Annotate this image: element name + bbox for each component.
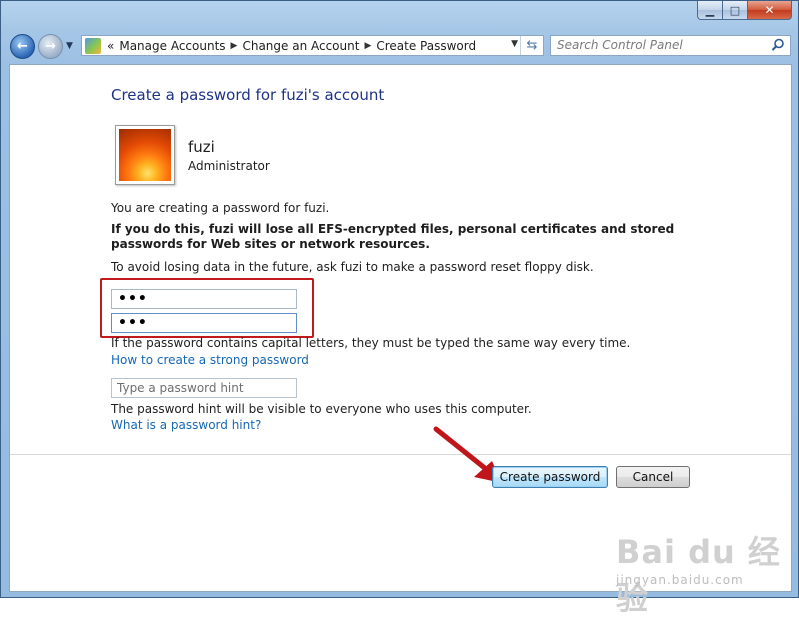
breadcrumb-item-manage-accounts[interactable]: Manage Accounts <box>114 39 230 53</box>
caption-buttons: ▁ □ ✕ <box>697 1 792 21</box>
close-icon: ✕ <box>764 3 775 17</box>
page-title: Create a password for fuzi's account <box>111 86 385 104</box>
warning-text: If you do this, fuzi will lose all EFS-e… <box>111 222 675 251</box>
search-icon[interactable] <box>771 38 785 52</box>
content-pane: Create a password for fuzi's account fuz… <box>9 64 792 617</box>
breadcrumb-overflow-icon[interactable]: « <box>107 39 114 53</box>
watermark-url: jingyan.baidu.com <box>616 573 744 587</box>
watermark: Bai du 经验 jingyan.baidu.com <box>616 515 786 617</box>
minimize-button[interactable]: ▁ <box>697 1 723 20</box>
minimize-icon: ▁ <box>705 3 715 17</box>
breadcrumb: « Manage Accounts ▶ Change an Account ▶ … <box>107 39 481 53</box>
recent-pages-dropdown-icon[interactable]: ▼ <box>66 41 73 51</box>
intro-text: You are creating a password for fuzi. <box>111 201 330 215</box>
user-name: fuzi <box>188 138 215 156</box>
flower-avatar-image <box>119 129 171 181</box>
breadcrumb-item-change-account[interactable]: Change an Account <box>237 39 364 53</box>
search-input[interactable] <box>557 36 767 54</box>
forward-button[interactable]: → <box>38 33 63 59</box>
strong-password-link[interactable]: How to create a strong password <box>111 353 309 367</box>
control-panel-icon <box>85 37 101 54</box>
new-password-field[interactable] <box>111 289 297 309</box>
user-role: Administrator <box>188 159 270 173</box>
maximize-button[interactable]: □ <box>723 1 748 20</box>
advice-text: To avoid losing data in the future, ask … <box>111 260 594 274</box>
search-box[interactable] <box>550 35 791 56</box>
close-button[interactable]: ✕ <box>748 1 792 20</box>
avatar <box>115 125 175 185</box>
refresh-icon: ⇆ <box>526 38 538 53</box>
cancel-button[interactable]: Cancel <box>616 466 690 488</box>
address-dropdown-icon[interactable]: ▼ <box>511 39 518 49</box>
password-hint-field[interactable] <box>111 378 297 398</box>
maximize-icon: □ <box>729 3 741 17</box>
create-password-button[interactable]: Create password <box>492 466 608 488</box>
divider <box>10 454 791 455</box>
window-frame: ▁ □ ✕ ← → ▼ « Manage Accounts ▶ Change a… <box>0 0 799 617</box>
refresh-button[interactable]: ⇆ <box>520 36 543 55</box>
back-button[interactable]: ← <box>10 33 35 59</box>
caps-note: If the password contains capital letters… <box>111 336 631 350</box>
address-bar[interactable]: « Manage Accounts ▶ Change an Account ▶ … <box>81 35 544 56</box>
breadcrumb-separator-icon[interactable]: ▶ <box>364 41 371 51</box>
forward-arrow-icon: → <box>45 38 56 54</box>
breadcrumb-separator-icon[interactable]: ▶ <box>231 41 238 51</box>
back-arrow-icon: ← <box>17 38 28 54</box>
breadcrumb-item-create-password[interactable]: Create Password <box>371 39 481 53</box>
confirm-password-field[interactable] <box>111 313 297 333</box>
hint-note: The password hint will be visible to eve… <box>111 402 532 416</box>
nav-buttons: ← → ▼ <box>10 31 73 61</box>
password-hint-link[interactable]: What is a password hint? <box>111 418 261 432</box>
